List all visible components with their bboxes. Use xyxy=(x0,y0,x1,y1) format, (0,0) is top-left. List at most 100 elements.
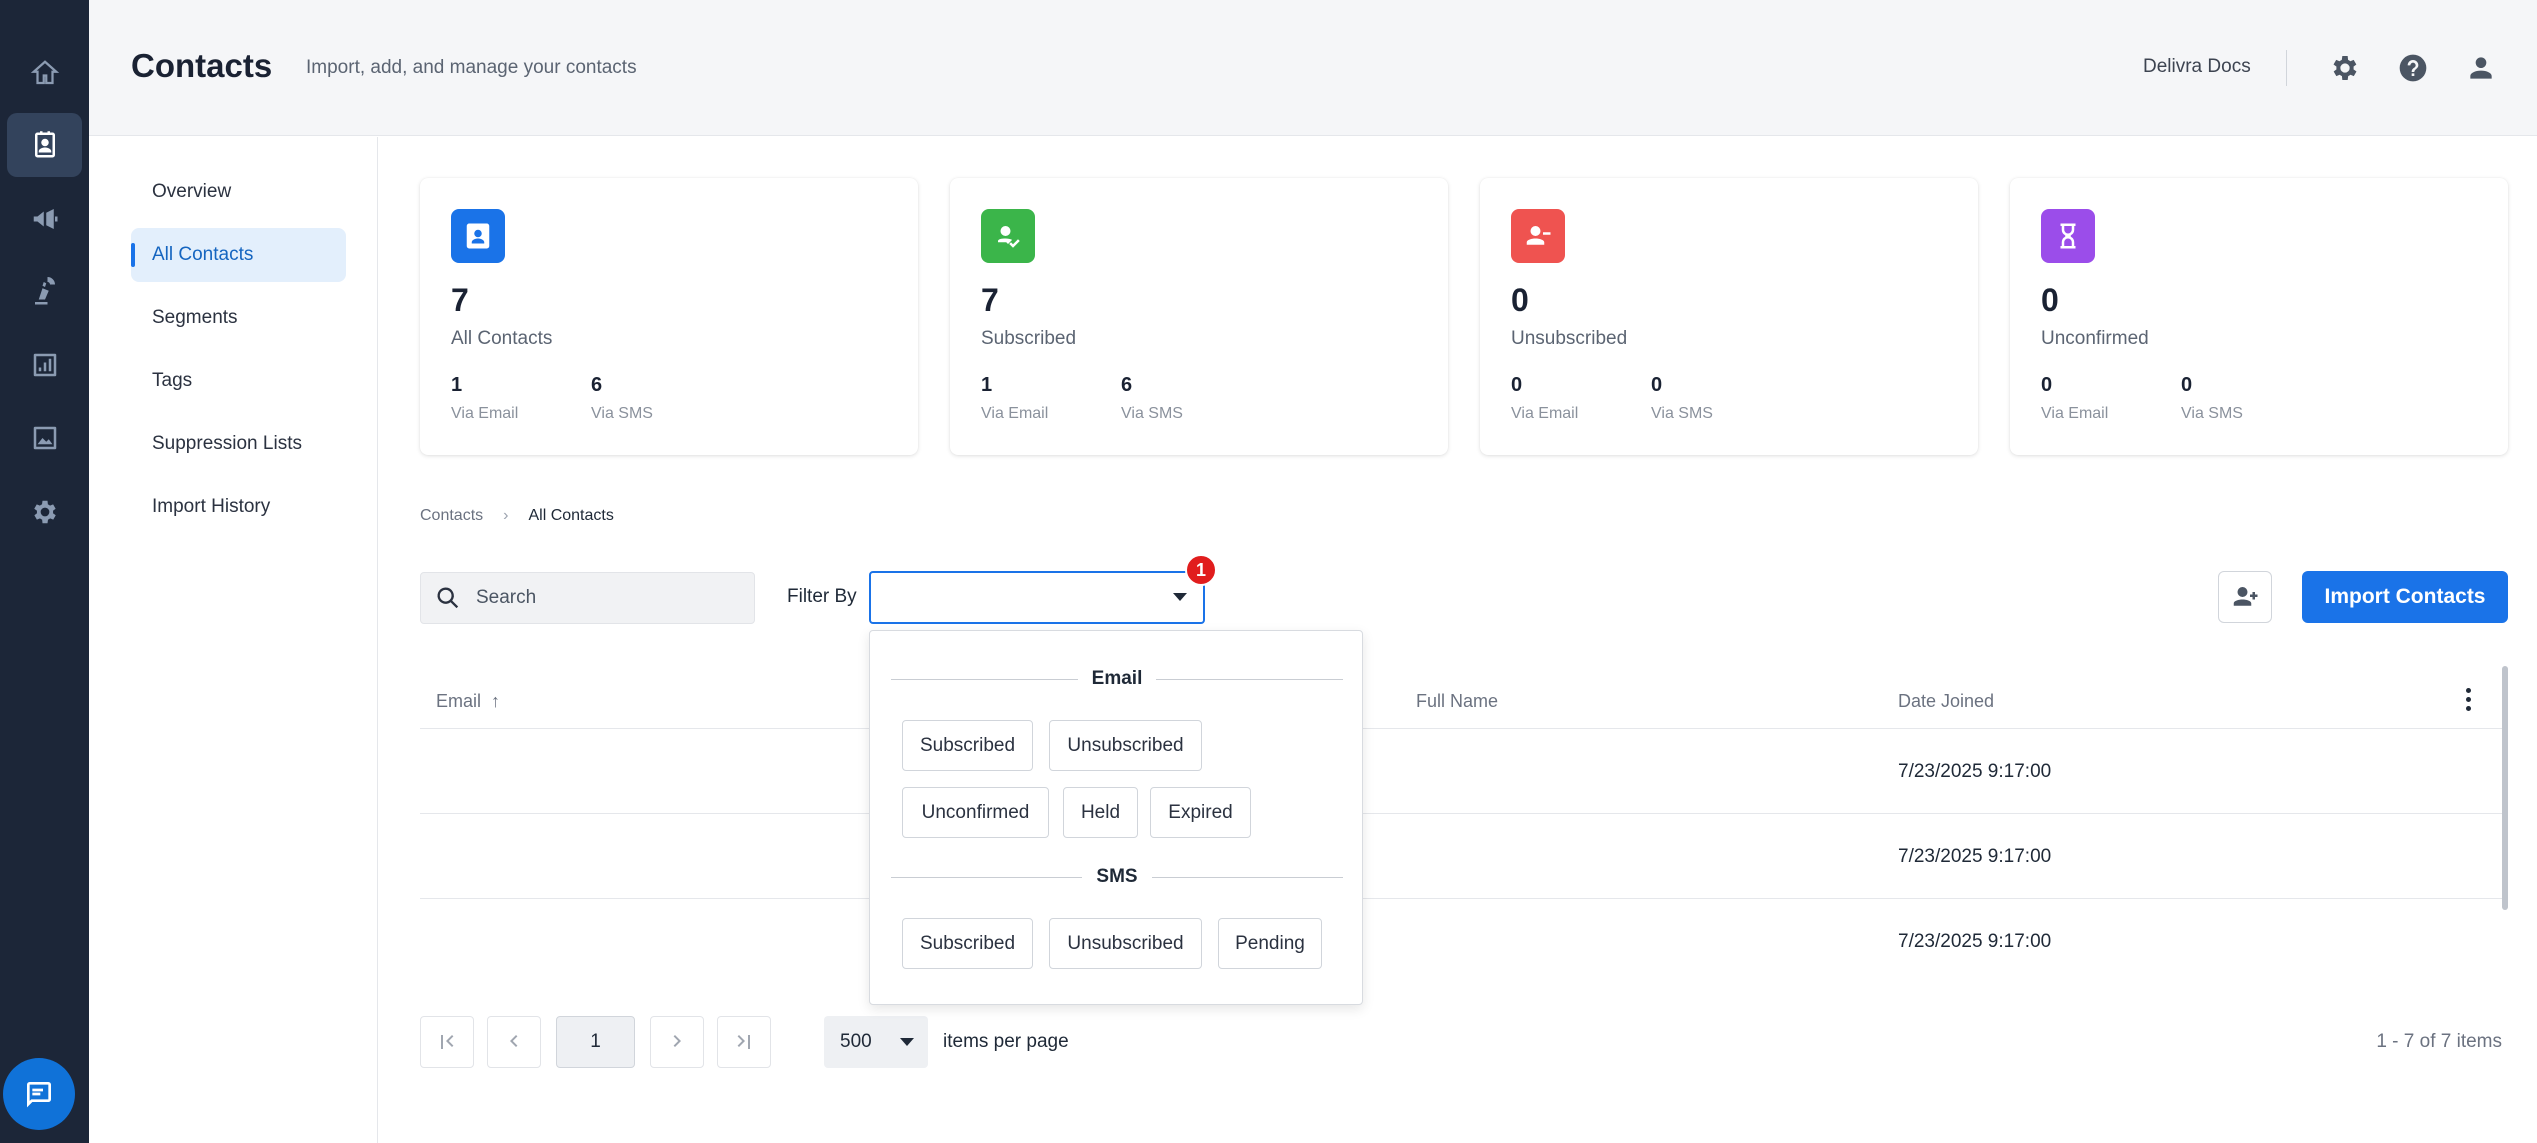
card-email-label: Via Email xyxy=(2041,405,2109,422)
first-page-button[interactable] xyxy=(420,1016,474,1068)
home-icon xyxy=(30,60,59,85)
search-icon xyxy=(437,587,459,609)
card-email-stat: 1 Via Email xyxy=(981,374,1048,423)
card-sms-value: 6 xyxy=(591,374,603,396)
card-sms-stat: 0 Via SMS xyxy=(1651,374,1713,423)
card-email-label: Via Email xyxy=(451,405,519,422)
settings-icon xyxy=(33,500,56,524)
group-label: Email xyxy=(1091,668,1143,689)
user-icon xyxy=(2470,57,2492,79)
subnav-tags[interactable]: Tags xyxy=(131,354,346,408)
app-root: Contacts Import, add, and manage your co… xyxy=(0,0,2537,1143)
filter-by-select[interactable] xyxy=(869,571,1205,624)
card-label: Unsubscribed xyxy=(1511,328,1628,349)
card-email-value: 0 xyxy=(2041,374,2053,396)
rail-automation[interactable] xyxy=(7,260,82,324)
card-value: 0 xyxy=(1511,282,1529,318)
subnav-suppression-lists[interactable]: Suppression Lists xyxy=(131,417,346,471)
card-sms-label: Via SMS xyxy=(2181,405,2243,422)
help-button[interactable] xyxy=(2393,48,2433,88)
page-header: Contacts Import, add, and manage your co… xyxy=(89,0,2537,136)
column-header-email[interactable]: Email ↑ xyxy=(436,691,500,712)
filter-option-sms-unsubscribed[interactable]: Unsubscribed xyxy=(1049,918,1202,969)
card-icon-badge xyxy=(451,209,505,263)
items-per-page-select[interactable]: 500 xyxy=(824,1016,928,1068)
filter-option-email-held[interactable]: Held xyxy=(1063,787,1138,838)
subnav-segments[interactable]: Segments xyxy=(131,291,346,345)
sort-ascending-icon: ↑ xyxy=(491,691,501,711)
card-icon-badge xyxy=(981,209,1035,263)
left-rail xyxy=(0,0,89,1143)
pagination-info: 1 - 7 of 7 items xyxy=(2376,1031,2502,1052)
reports-icon xyxy=(33,353,56,377)
media-icon xyxy=(33,426,56,450)
search-input[interactable] xyxy=(476,587,736,609)
card-value: 7 xyxy=(451,282,469,318)
settings-button[interactable] xyxy=(2325,48,2365,88)
breadcrumb-root[interactable]: Contacts xyxy=(420,507,483,525)
breadcrumb-current: All Contacts xyxy=(528,507,614,524)
card-icon-badge xyxy=(1511,209,1565,263)
hourglass-icon xyxy=(2060,223,2076,249)
card-label: All Contacts xyxy=(451,328,553,349)
rail-campaigns[interactable] xyxy=(7,187,82,251)
rail-contacts[interactable] xyxy=(7,113,82,177)
rail-settings[interactable] xyxy=(7,480,82,544)
card-email-value: 1 xyxy=(451,374,463,396)
filter-option-sms-subscribed[interactable]: Subscribed xyxy=(902,918,1033,969)
per-page-value: 500 xyxy=(840,1031,872,1052)
filter-dropdown-popup: Email Subscribed Unsubscribed Unconfirme… xyxy=(869,630,1363,1005)
org-name[interactable]: Delivra Docs xyxy=(2143,56,2251,78)
chat-button[interactable] xyxy=(3,1058,75,1130)
card-email-label: Via Email xyxy=(1511,405,1579,422)
stat-card-subscribed: 7 Subscribed 1 Via Email 6 Via SMS xyxy=(950,178,1448,455)
per-page-label: items per page xyxy=(943,1031,1069,1052)
table-row[interactable]: 7/23/2025 9:17:00 xyxy=(420,729,2508,814)
account-button[interactable] xyxy=(2461,48,2501,88)
rail-media[interactable] xyxy=(7,406,82,470)
contact-card-icon xyxy=(466,223,490,249)
cell-date-joined: 7/23/2025 9:17:00 xyxy=(1898,761,2052,782)
filter-option-email-unsubscribed[interactable]: Unsubscribed xyxy=(1049,720,1202,771)
subnav-import-history[interactable]: Import History xyxy=(131,480,346,534)
card-label: Unconfirmed xyxy=(2041,328,2149,349)
stat-card-unconfirmed: 0 Unconfirmed 0 Via Email 0 Via SMS xyxy=(2010,178,2508,455)
table-row[interactable]: 7/23/2025 9:17:00 xyxy=(420,814,2508,899)
column-header-date-joined[interactable]: Date Joined xyxy=(1898,691,1994,712)
last-page-button[interactable] xyxy=(717,1016,771,1068)
import-contacts-button[interactable]: Import Contacts xyxy=(2302,571,2508,623)
rail-home[interactable] xyxy=(7,41,82,105)
filter-option-email-subscribed[interactable]: Subscribed xyxy=(902,720,1033,771)
add-contact-button[interactable] xyxy=(2218,571,2272,623)
stat-card-all-contacts: 7 All Contacts 1 Via Email 6 Via SMS xyxy=(420,178,918,455)
search-box[interactable] xyxy=(420,572,755,624)
card-sms-value: 0 xyxy=(2181,374,2193,396)
card-email-value: 1 xyxy=(981,374,993,396)
subnav-overview[interactable]: Overview xyxy=(131,165,346,219)
first-page-icon xyxy=(441,1035,454,1049)
card-sms-label: Via SMS xyxy=(1121,405,1183,422)
filter-label: Filter By xyxy=(787,586,857,607)
column-header-full-name[interactable]: Full Name xyxy=(1416,691,1498,712)
previous-page-button[interactable] xyxy=(487,1016,541,1068)
card-sms-stat: 6 Via SMS xyxy=(591,374,653,423)
group-label: SMS xyxy=(1096,866,1138,887)
megaphone-icon xyxy=(33,209,57,229)
table-row[interactable]: 7/23/2025 9:17:00 xyxy=(420,899,2508,984)
card-email-value: 0 xyxy=(1511,374,1523,396)
page-number-button[interactable]: 1 xyxy=(556,1016,635,1068)
next-page-button[interactable] xyxy=(650,1016,704,1068)
filter-option-email-unconfirmed[interactable]: Unconfirmed xyxy=(902,787,1049,838)
rail-reports[interactable] xyxy=(7,333,82,397)
filter-option-sms-pending[interactable]: Pending xyxy=(1218,918,1322,969)
subnav-all-contacts[interactable]: All Contacts xyxy=(131,228,346,282)
table-scrollbar[interactable] xyxy=(2502,666,2508,910)
card-value: 7 xyxy=(981,282,999,318)
filter-option-email-expired[interactable]: Expired xyxy=(1150,787,1251,838)
chevron-left-icon xyxy=(510,1035,518,1047)
page-title: Contacts xyxy=(131,47,273,84)
column-menu-kebab-icon[interactable] xyxy=(2458,684,2478,714)
filter-step-badge: 1 xyxy=(1185,554,1217,586)
card-email-stat: 1 Via Email xyxy=(451,374,518,423)
automation-icon xyxy=(34,277,55,305)
